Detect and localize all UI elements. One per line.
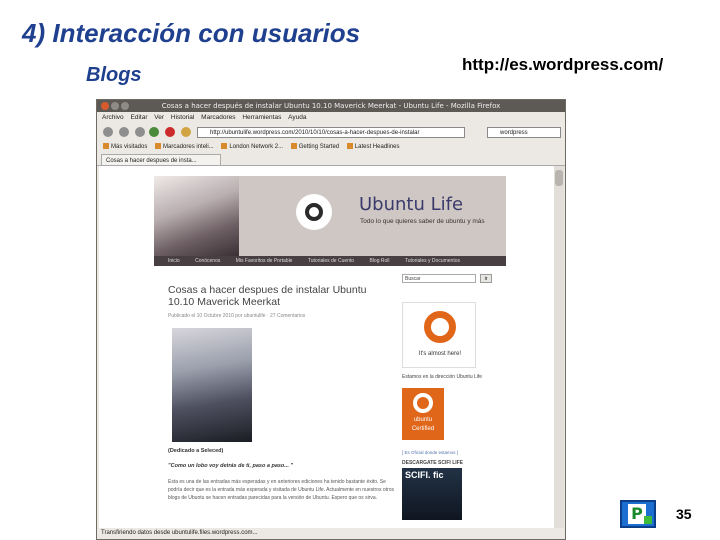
ubuntu-certified-badge[interactable]: ubuntu Certified xyxy=(402,388,444,440)
minimize-window-icon[interactable] xyxy=(111,102,119,110)
bookmark-icon xyxy=(221,143,228,150)
post-dedication: (Dedicado a Seleced) xyxy=(168,448,224,454)
nav-item[interactable]: Blog Roll xyxy=(369,258,389,264)
scifi-banner[interactable]: SCIFI. fic xyxy=(402,468,462,520)
ubuntu-release-badge[interactable]: It's almost here! xyxy=(402,302,476,368)
sidebar-caption: Estamos en la dirección Ubuntu Life xyxy=(402,374,483,380)
bookmark-item[interactable]: Marcadores inteli... xyxy=(155,141,214,153)
menu-ayuda[interactable]: Ayuda xyxy=(288,114,306,121)
menu-editar[interactable]: Editar xyxy=(131,114,148,121)
back-icon[interactable] xyxy=(103,127,113,137)
bookmark-item[interactable]: London Network 2... xyxy=(221,141,283,153)
bookmark-icon xyxy=(103,143,109,150)
bookmark-item[interactable]: Latest Headlines xyxy=(346,141,400,153)
wolf-header-image xyxy=(154,176,239,256)
post-title[interactable]: Cosas a hacer despues de instalar Ubuntu… xyxy=(168,284,388,308)
window-title: Cosas a hacer después de instalar Ubuntu… xyxy=(161,102,501,110)
nav-item[interactable]: Inicio xyxy=(168,258,180,264)
blog-nav: Inicio Conócenos Mis Favoritos de Portab… xyxy=(154,256,506,266)
certified-text: ubuntu Certified xyxy=(411,417,435,432)
bookmark-icon xyxy=(290,143,297,150)
sidebar-heading: DESCARGATE SCIFI LIFE xyxy=(402,460,464,466)
badge-text: It's almost here! xyxy=(418,351,462,357)
ubuntu-circle-icon xyxy=(413,393,433,413)
blog-tagline: Todo lo que quieres saber de ubuntu y má… xyxy=(360,218,485,225)
menu-historial[interactable]: Historial xyxy=(171,114,194,121)
post-paragraph: Esta es una de las entradas más esperada… xyxy=(168,479,394,501)
browser-window: Cosas a hacer después de instalar Ubuntu… xyxy=(96,99,566,540)
status-bar: Transfiriendo datos desde ubuntulife.fil… xyxy=(101,530,258,536)
nav-item[interactable]: Conócenos xyxy=(195,258,220,264)
blog-header: Ubuntu Life Todo lo que quieres saber de… xyxy=(154,176,506,256)
maximize-window-icon[interactable] xyxy=(121,102,129,110)
reload-icon[interactable] xyxy=(149,127,159,137)
page-number: 35 xyxy=(676,506,692,522)
page-viewport: Ubuntu Life Todo lo que quieres saber de… xyxy=(99,166,555,528)
nav-item[interactable]: Tutoriales y Documentos xyxy=(405,258,460,264)
bookmark-item[interactable]: Getting Started xyxy=(290,141,339,153)
menu-ver[interactable]: Ver xyxy=(154,114,164,121)
scifi-text: SCIFI. fic xyxy=(405,470,444,480)
sidebar-link[interactable]: [ Es Oficial donde estamos ] xyxy=(402,450,492,455)
bookmark-item[interactable]: Más visitados xyxy=(103,141,147,153)
window-titlebar: Cosas a hacer después de instalar Ubuntu… xyxy=(97,100,565,112)
stop-icon[interactable] xyxy=(165,127,175,137)
menu-herramientas[interactable]: Herramientas xyxy=(242,114,281,121)
slide-url[interactable]: http://es.wordpress.com/ xyxy=(462,55,663,75)
navigation-toolbar: http://ubuntulife.wordpress.com/2010/10/… xyxy=(97,123,565,141)
tab-bar: Cosas a hacer despues de insta... xyxy=(97,153,565,166)
slide-title: 4) Interacción con usuarios xyxy=(22,18,361,48)
dropdown-icon[interactable] xyxy=(135,127,145,137)
post-meta: Publicado el 10 Octubre 2010 por ubuntul… xyxy=(168,313,306,319)
address-bar[interactable]: http://ubuntulife.wordpress.com/2010/10/… xyxy=(197,127,465,138)
close-window-icon[interactable] xyxy=(101,102,109,110)
menu-bar: Archivo Editar Ver Historial Marcadores … xyxy=(97,112,565,123)
blog-page: Ubuntu Life Todo lo que quieres saber de… xyxy=(154,176,506,528)
menu-marcadores[interactable]: Marcadores xyxy=(201,114,235,121)
home-icon[interactable] xyxy=(181,127,191,137)
sidebar-search-button[interactable]: ir xyxy=(480,274,492,283)
vertical-scrollbar[interactable] xyxy=(554,166,564,528)
scrollbar-thumb[interactable] xyxy=(555,170,563,186)
slide-subtitle: Blogs xyxy=(86,64,142,86)
menu-archivo[interactable]: Archivo xyxy=(102,114,124,121)
nav-item[interactable]: Mis Favoritos de Portable xyxy=(236,258,293,264)
post-wolf-image xyxy=(172,328,252,442)
sidebar-search-input[interactable]: Buscar xyxy=(402,274,476,283)
rss-icon xyxy=(346,143,353,150)
bookmark-icon xyxy=(155,143,162,150)
ubuntu-circle-icon xyxy=(424,311,456,343)
search-input[interactable]: wordpress xyxy=(487,127,561,138)
tab-active[interactable]: Cosas a hacer despues de insta... xyxy=(101,154,221,165)
blog-title[interactable]: Ubuntu Life xyxy=(359,194,463,215)
ubuntu-logo-icon xyxy=(296,194,332,230)
post-quote: "Como un lobo voy detrás de ti, paso a p… xyxy=(168,463,294,469)
forward-icon[interactable] xyxy=(119,127,129,137)
bookmarks-toolbar: Más visitados Marcadores inteli... Londo… xyxy=(97,141,565,153)
presentation-logo-icon: P xyxy=(620,500,656,528)
nav-item[interactable]: Tutoriales de Cuento xyxy=(308,258,354,264)
